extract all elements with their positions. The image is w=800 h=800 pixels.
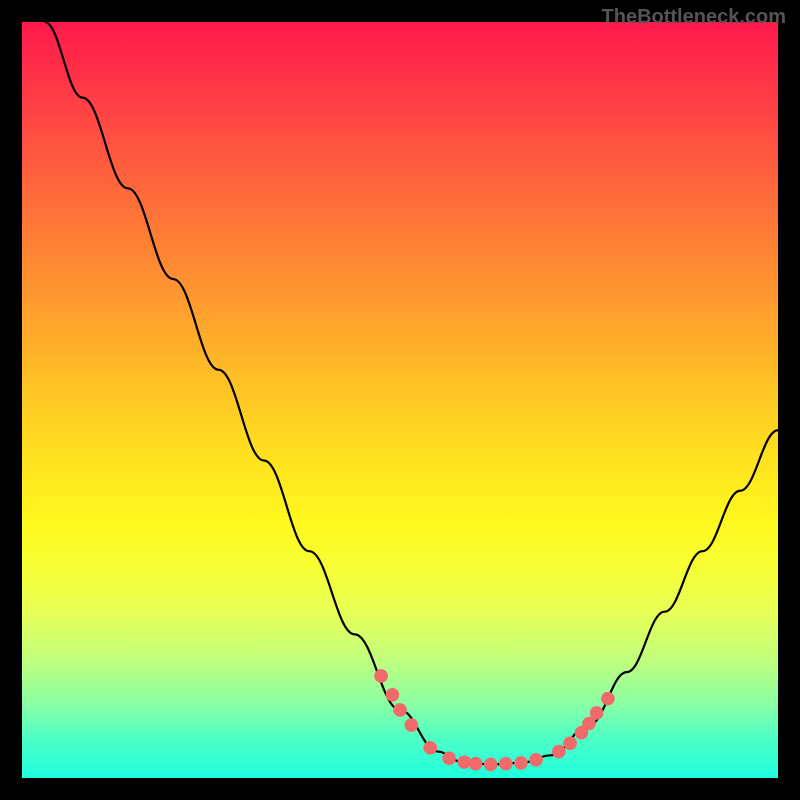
chart-marker: [374, 669, 388, 683]
chart-plot-area: [22, 22, 778, 778]
chart-marker: [590, 706, 604, 720]
chart-marker: [563, 736, 577, 750]
chart-marker: [423, 741, 437, 755]
watermark-text: TheBottleneck.com: [602, 6, 786, 29]
chart-marker: [499, 757, 513, 771]
chart-markers: [374, 669, 614, 771]
chart-marker: [405, 718, 419, 732]
chart-marker: [442, 752, 456, 766]
chart-marker: [601, 692, 615, 706]
chart-marker: [552, 745, 566, 759]
chart-marker: [469, 757, 483, 771]
chart-curve: [45, 22, 778, 764]
chart-marker: [514, 756, 528, 770]
chart-marker: [386, 688, 400, 702]
chart-marker: [393, 703, 407, 717]
chart-svg: [22, 22, 778, 778]
chart-marker: [484, 758, 498, 772]
chart-marker: [529, 753, 543, 767]
